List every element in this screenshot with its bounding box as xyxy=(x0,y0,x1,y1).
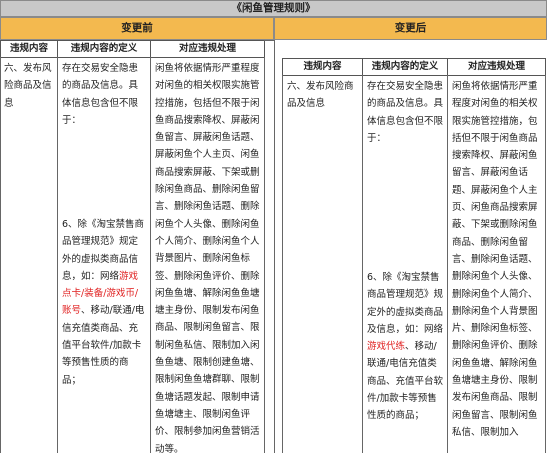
after-border-left xyxy=(282,75,283,453)
before-border-right xyxy=(264,57,265,453)
after-col-definition: 违规内容的定义 xyxy=(362,58,448,76)
after-header: 变更后 xyxy=(274,17,547,40)
before-definition-p2: 6、除《淘宝禁售商品管理规范》规定外的虚拟类商品信息，如：网络游戏点卡/装备/游… xyxy=(62,219,145,386)
before-header: 变更前 xyxy=(0,17,274,40)
before-violation: 六、发布风险商品及信息 xyxy=(4,63,52,109)
before-border-edge xyxy=(264,40,274,41)
document-title: 《闲鱼管理规则》 xyxy=(0,0,547,17)
rules-document: 《闲鱼管理规则》 变更前 变更后 违规内容 违规内容的定义 对应违规处理 六、发… xyxy=(0,0,549,455)
after-col-handling: 对应违规处理 xyxy=(447,58,546,76)
after-definition-p1: 存在交易安全隐患的商品及信息。具体信息包含但不限于： xyxy=(367,81,444,144)
after-handling: 闲鱼将依据情形严重程度对闲鱼的相关权限实施管控措施，包括但不限于闲鱼商品搜索降权… xyxy=(452,81,538,438)
after-col-violation: 违规内容 xyxy=(282,58,363,76)
after-definition-p2: 6、除《淘宝禁售商品管理规范》规定外的虚拟类商品及信息，如：网络游戏代练、移动/… xyxy=(367,272,444,422)
before-col-violation: 违规内容 xyxy=(0,40,58,58)
after-border-right xyxy=(545,75,546,453)
before-definition-p1: 存在交易安全隐患的商品及信息。具体信息包含但不限于： xyxy=(62,63,139,126)
before-col-definition: 违规内容的定义 xyxy=(57,40,151,58)
before-col-handling: 对应违规处理 xyxy=(150,40,265,58)
before-border-col1 xyxy=(57,57,58,453)
before-border-col2 xyxy=(150,57,151,453)
after-violation: 六、发布风险商品及信息 xyxy=(287,81,354,110)
after-definition-highlight: 游戏代练 xyxy=(367,341,406,353)
after-border-col2 xyxy=(447,75,448,453)
before-border-left xyxy=(0,57,1,453)
after-border-divider xyxy=(274,40,275,453)
after-border-col1 xyxy=(362,75,363,453)
before-handling: 闲鱼将依据情形严重程度对闲鱼的相关权限实施管控措施，包括但不限于闲鱼商品搜索降权… xyxy=(155,63,260,455)
